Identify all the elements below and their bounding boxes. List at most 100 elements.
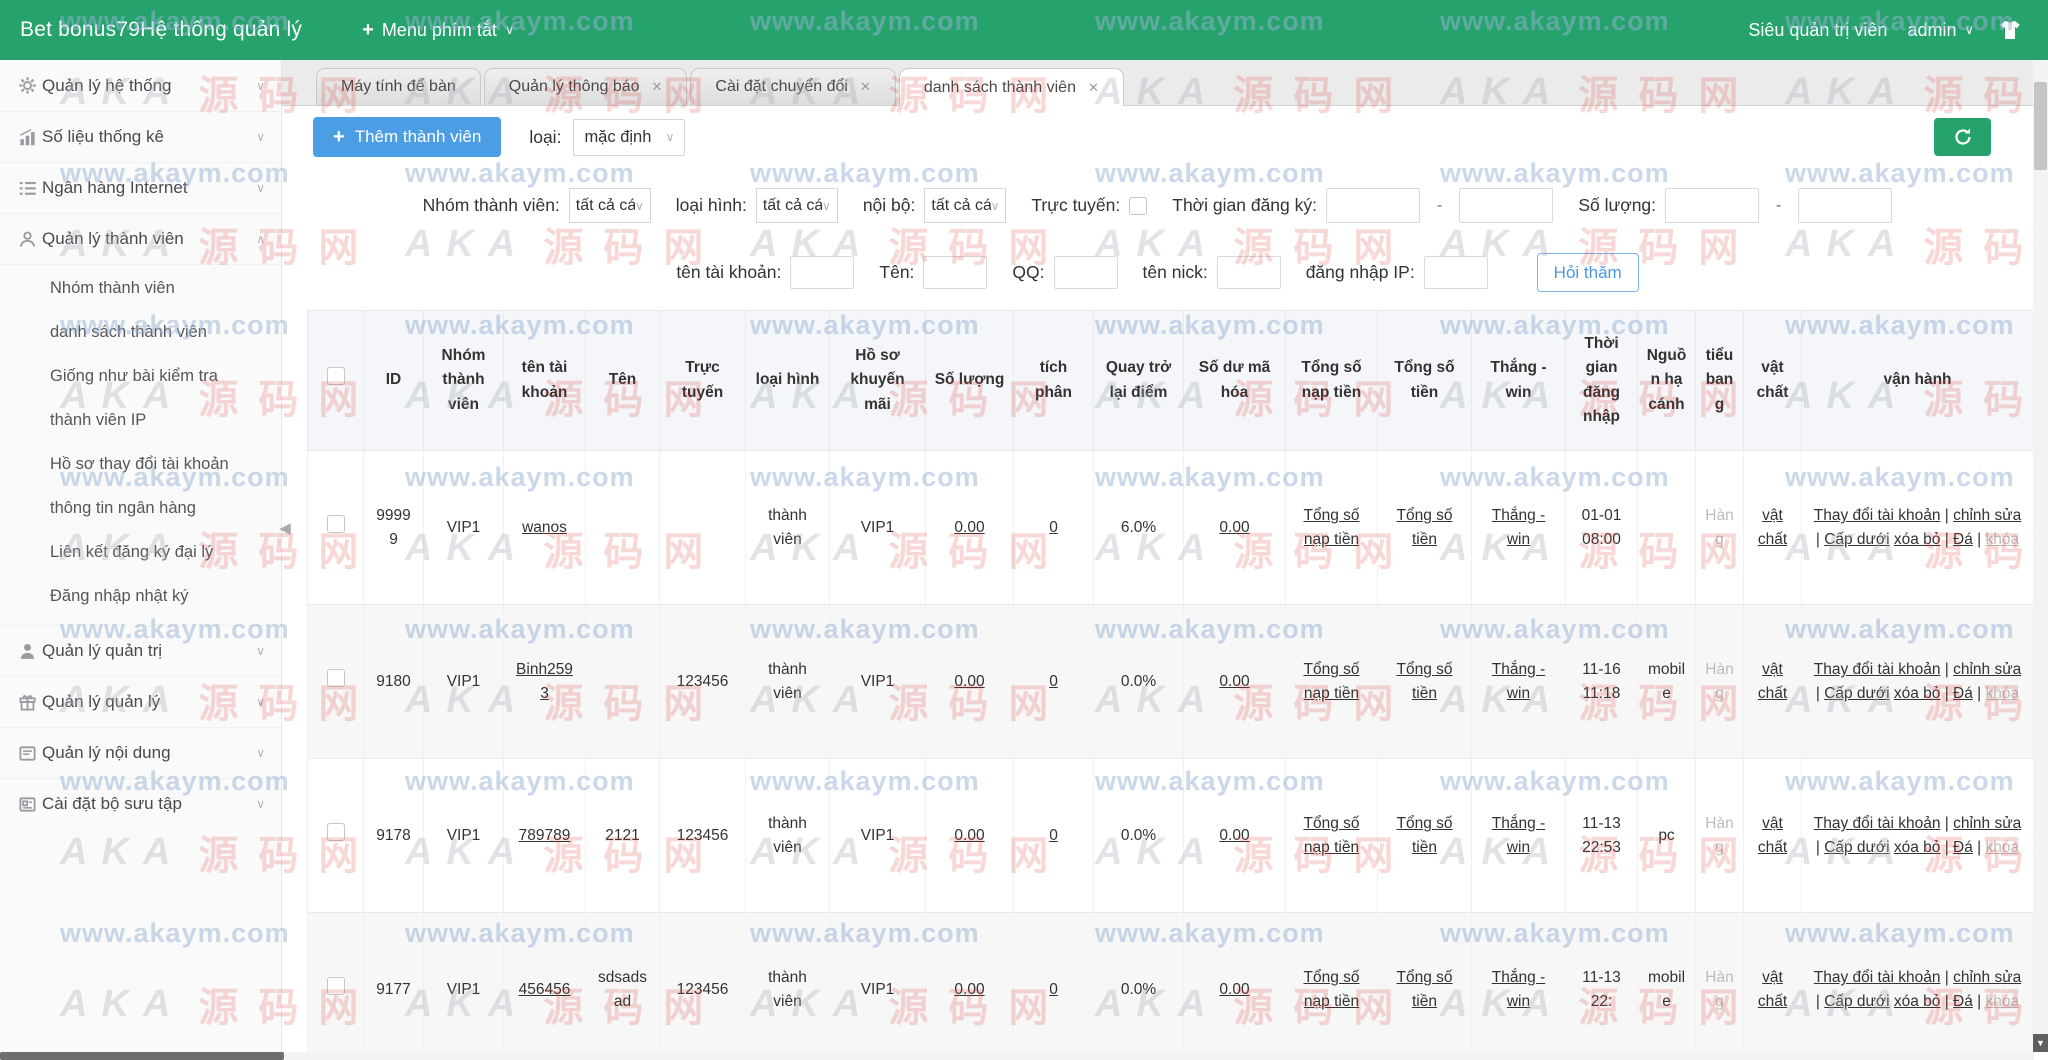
- account-link[interactable]: wanos: [522, 519, 567, 536]
- deposit-link[interactable]: Tổng số nạp tiền: [1303, 969, 1359, 1009]
- close-icon[interactable]: ✕: [860, 79, 871, 95]
- total-link[interactable]: Tổng số tiền: [1396, 507, 1452, 547]
- deposit-link[interactable]: Tổng số nạp tiền: [1303, 815, 1359, 855]
- total-link[interactable]: Tổng số tiền: [1396, 661, 1452, 701]
- sidebar-subitem-thanh-vien-ip[interactable]: thành viên IP: [0, 399, 281, 443]
- balance-link[interactable]: 0.00: [1219, 519, 1249, 536]
- material-link[interactable]: vật chất: [1758, 969, 1787, 1009]
- material-link[interactable]: vật chất: [1758, 661, 1787, 701]
- op-link-thay-doi-tai-khoan[interactable]: Thay đổi tài khoản: [1814, 661, 1941, 678]
- op-link-khoa[interactable]: khóa: [1986, 839, 2020, 856]
- op-link-khoa[interactable]: khóa: [1986, 993, 2020, 1010]
- op-link-xoa-bo[interactable]: xóa bỏ: [1894, 531, 1941, 548]
- sidebar-subitem-lien-ket-dang-ky-dai-ly[interactable]: Liên kết đăng ký đại lý: [0, 531, 281, 575]
- sidebar-collapse-handle[interactable]: ◀: [276, 502, 294, 554]
- op-link-da[interactable]: Đá: [1953, 531, 1973, 548]
- win-link[interactable]: Thắng - win: [1492, 969, 1545, 1009]
- tab-may-tinh-de-ban[interactable]: Máy tính để bàn: [316, 68, 481, 105]
- type-select[interactable]: mặc định ∨: [573, 119, 685, 156]
- op-link-chinh-sua[interactable]: chỉnh sửa: [1953, 815, 2021, 832]
- sidebar-subitem-nhom-thanh-vien[interactable]: Nhóm thành viên: [0, 267, 281, 311]
- sidebar-item-quan-ly-thanh-vien[interactable]: Quản lý thành viên∧: [0, 213, 281, 264]
- account-link[interactable]: Binh2593: [516, 661, 573, 701]
- account-link[interactable]: 456456: [519, 981, 571, 998]
- internal-select[interactable]: tất cả các∨: [924, 188, 1006, 223]
- points-link[interactable]: 0: [1049, 519, 1058, 536]
- balance-link[interactable]: 0.00: [1219, 673, 1249, 690]
- qq-input[interactable]: [1054, 256, 1118, 289]
- total-link[interactable]: Tổng số tiền: [1396, 969, 1452, 1009]
- points-link[interactable]: 0: [1049, 673, 1058, 690]
- sidebar-item-quan-ly-quan-ly[interactable]: Quản lý quản lý∨: [0, 676, 281, 727]
- horizontal-scrollbar-thumb[interactable]: [0, 1052, 284, 1060]
- op-link-khoa[interactable]: khóa: [1986, 685, 2020, 702]
- row-checkbox[interactable]: [327, 669, 345, 687]
- op-link-chinh-sua[interactable]: chỉnh sửa: [1953, 507, 2021, 524]
- op-link-xoa-bo[interactable]: xóa bỏ: [1894, 839, 1941, 856]
- op-link-thay-doi-tai-khoan[interactable]: Thay đổi tài khoản: [1814, 969, 1941, 986]
- quantity-link[interactable]: 0.00: [954, 673, 984, 690]
- add-member-button[interactable]: + Thêm thành viên: [313, 117, 501, 157]
- quantity-link[interactable]: 0.00: [954, 827, 984, 844]
- amount-to-input[interactable]: [1798, 188, 1892, 223]
- win-link[interactable]: Thắng - win: [1492, 507, 1545, 547]
- sidebar-subitem-danh-sach-thanh-vien[interactable]: danh sách thành viên: [0, 311, 281, 355]
- login-ip-input[interactable]: [1424, 256, 1488, 289]
- scroll-down-arrow-icon[interactable]: ▼: [2033, 1034, 2048, 1052]
- op-link-cap-duoi[interactable]: Cấp dưới: [1824, 531, 1889, 548]
- quantity-link[interactable]: 0.00: [954, 981, 984, 998]
- name-input[interactable]: [923, 256, 987, 289]
- tab-quan-ly-thong-bao[interactable]: Quản lý thông báo✕: [484, 68, 688, 105]
- op-link-chinh-sua[interactable]: chỉnh sửa: [1953, 661, 2021, 678]
- account-link[interactable]: 789789: [519, 827, 571, 844]
- row-checkbox[interactable]: [327, 823, 345, 841]
- sidebar-item-quan-ly-noi-dung[interactable]: Quản lý nội dung∨: [0, 727, 281, 778]
- deposit-link[interactable]: Tổng số nạp tiền: [1303, 507, 1359, 547]
- win-link[interactable]: Thắng - win: [1492, 815, 1545, 855]
- material-link[interactable]: vật chất: [1758, 815, 1787, 855]
- points-link[interactable]: 0: [1049, 981, 1058, 998]
- amount-from-input[interactable]: [1665, 188, 1759, 223]
- member-group-select[interactable]: tất cả các∨: [569, 188, 651, 223]
- vertical-scrollbar[interactable]: ▼: [2033, 60, 2048, 1052]
- op-link-xoa-bo[interactable]: xóa bỏ: [1894, 685, 1941, 702]
- select-all-checkbox[interactable]: [327, 367, 345, 385]
- horizontal-scrollbar[interactable]: [0, 1052, 2033, 1060]
- op-link-xoa-bo[interactable]: xóa bỏ: [1894, 993, 1941, 1010]
- shortcut-menu-button[interactable]: + Menu phím tắt ∨: [362, 19, 514, 42]
- theme-shirt-icon[interactable]: [1998, 19, 2022, 41]
- op-link-cap-duoi[interactable]: Cấp dưới: [1824, 685, 1889, 702]
- op-link-khoa[interactable]: khóa: [1986, 531, 2020, 548]
- sidebar-item-cai-dat-bo-suu-tap[interactable]: Cài đặt bộ sưu tập∨: [0, 778, 281, 829]
- op-link-da[interactable]: Đá: [1953, 839, 1973, 856]
- query-button[interactable]: Hỏi thăm: [1537, 253, 1639, 292]
- op-link-chinh-sua[interactable]: chỉnh sửa: [1953, 969, 2021, 986]
- type-filter-select[interactable]: tất cả các∨: [756, 188, 838, 223]
- close-icon[interactable]: ✕: [1088, 80, 1099, 96]
- op-link-da[interactable]: Đá: [1953, 993, 1973, 1010]
- row-checkbox[interactable]: [327, 977, 345, 995]
- balance-link[interactable]: 0.00: [1219, 981, 1249, 998]
- refresh-button[interactable]: [1934, 118, 1991, 156]
- op-link-thay-doi-tai-khoan[interactable]: Thay đổi tài khoản: [1814, 507, 1941, 524]
- op-link-thay-doi-tai-khoan[interactable]: Thay đổi tài khoản: [1814, 815, 1941, 832]
- op-link-cap-duoi[interactable]: Cấp dưới: [1824, 839, 1889, 856]
- sidebar-item-ngan-hang-internet[interactable]: Ngân hàng Internet∨: [0, 162, 281, 213]
- sidebar-item-so-lieu-thong-ke[interactable]: Số liệu thống kê∨: [0, 111, 281, 162]
- account-input[interactable]: [790, 256, 854, 289]
- close-icon[interactable]: ✕: [652, 79, 663, 95]
- sidebar-item-quan-ly-he-thong[interactable]: Quản lý hệ thống∨: [0, 60, 281, 111]
- win-link[interactable]: Thắng - win: [1492, 661, 1545, 701]
- op-link-da[interactable]: Đá: [1953, 685, 1973, 702]
- sidebar-item-quan-ly-quan-tri[interactable]: Quản lý quản trị∨: [0, 625, 281, 676]
- deposit-link[interactable]: Tổng số nạp tiền: [1303, 661, 1359, 701]
- sidebar-subitem-giong-nhu-bai-kiem-tra[interactable]: Giống như bài kiểm tra: [0, 355, 281, 399]
- quantity-link[interactable]: 0.00: [954, 519, 984, 536]
- register-from-input[interactable]: [1326, 188, 1420, 223]
- tab-cai-dat-chuyen-doi[interactable]: Cài đặt chuyển đổi✕: [690, 68, 895, 105]
- tab-danh-sach-thanh-vien[interactable]: danh sách thành viên✕: [899, 68, 1124, 106]
- user-menu[interactable]: admin ∨: [1907, 20, 1974, 41]
- sidebar-subitem-thong-tin-ngan-hang[interactable]: thông tin ngân hàng: [0, 487, 281, 531]
- balance-link[interactable]: 0.00: [1219, 827, 1249, 844]
- vertical-scrollbar-thumb[interactable]: [2034, 82, 2047, 170]
